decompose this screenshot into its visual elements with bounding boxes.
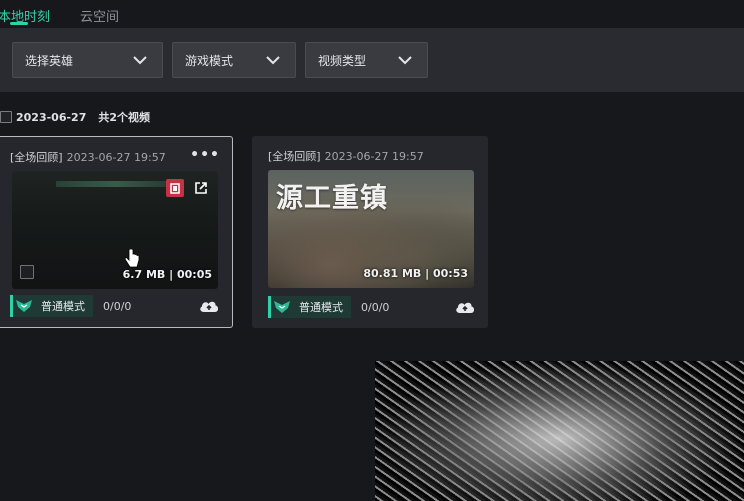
card-footer: 普通模式 0/0/0 xyxy=(268,296,476,318)
date-group-header: 2023-06-27 共2个视频 xyxy=(0,108,150,126)
distorted-overlay xyxy=(375,361,744,501)
card-footer: 普通模式 0/0/0 xyxy=(10,295,220,317)
group-date: 2023-06-27 xyxy=(16,110,87,124)
kda-score: 0/0/0 xyxy=(361,300,390,314)
card-header: [全场回顾] 2023-06-27 19:57 xyxy=(10,149,166,165)
video-tag: [全场回顾] xyxy=(268,150,321,163)
mode-select-label: 游戏模式 xyxy=(185,53,234,68)
mode-badge: 普通模式 xyxy=(268,296,351,318)
hero-select[interactable]: 选择英雄 xyxy=(12,42,163,78)
video-datetime: 2023-06-27 19:57 xyxy=(66,151,166,164)
top-tabs: 本地时刻 云空间 xyxy=(0,0,744,28)
emblem-icon xyxy=(271,296,293,318)
hero-select-label: 选择英雄 xyxy=(25,53,74,68)
video-card[interactable]: [全场回顾] 2023-06-27 19:57 ••• 6.7 MB | 00:0… xyxy=(0,136,233,328)
video-datetime: 2023-06-27 19:57 xyxy=(324,150,424,163)
hud-strip xyxy=(56,181,176,187)
card-header: [全场回顾] 2023-06-27 19:57 xyxy=(268,148,424,164)
video-duration: 00:53 xyxy=(432,267,468,280)
video-card[interactable]: [全场回顾] 2023-06-27 19:57 源工重镇 80.81 MB | 0… xyxy=(252,136,488,328)
video-thumbnail[interactable]: 6.7 MB | 00:05 xyxy=(12,171,218,289)
tab-local-moments[interactable]: 本地时刻 xyxy=(0,0,50,28)
video-meta: 80.81 MB | 00:53 xyxy=(363,267,468,280)
mode-badge: 普通模式 xyxy=(10,295,93,317)
video-thumbnail[interactable]: 源工重镇 80.81 MB | 00:53 xyxy=(268,170,474,288)
chevron-down-icon xyxy=(133,56,147,65)
video-meta: 6.7 MB | 00:05 xyxy=(122,268,212,281)
share-icon[interactable] xyxy=(192,179,210,197)
emblem-icon xyxy=(13,295,35,317)
chevron-down-icon xyxy=(266,56,280,65)
cursor-hand-icon xyxy=(124,249,140,268)
video-type-select[interactable]: 视频类型 xyxy=(305,42,428,78)
video-type-select-label: 视频类型 xyxy=(318,53,367,68)
kda-score: 0/0/0 xyxy=(103,299,132,313)
cloud-upload-icon[interactable] xyxy=(198,297,220,315)
tab-cloud-space-label: 云空间 xyxy=(80,10,120,25)
map-title-overlay: 源工重镇 xyxy=(276,183,388,214)
filter-bar: 选择英雄 游戏模式 视频类型 xyxy=(0,28,744,92)
video-size: 80.81 MB xyxy=(363,267,422,280)
video-select-checkbox[interactable] xyxy=(20,265,34,279)
mode-select[interactable]: 游戏模式 xyxy=(172,42,296,78)
active-tab-indicator xyxy=(10,22,28,25)
video-size: 6.7 MB xyxy=(122,268,166,281)
select-all-checkbox[interactable] xyxy=(0,111,12,123)
delete-icon[interactable] xyxy=(166,179,184,197)
thumbnail-actions xyxy=(166,179,210,197)
more-icon[interactable]: ••• xyxy=(190,147,220,163)
group-count: 共2个视频 xyxy=(98,111,151,124)
video-duration: 00:05 xyxy=(176,268,212,281)
mode-label: 普通模式 xyxy=(299,301,343,314)
cloud-upload-icon[interactable] xyxy=(454,298,476,316)
mode-label: 普通模式 xyxy=(41,300,85,313)
chevron-down-icon xyxy=(398,56,412,65)
video-tag: [全场回顾] xyxy=(10,151,63,164)
tab-cloud-space[interactable]: 云空间 xyxy=(80,0,119,28)
